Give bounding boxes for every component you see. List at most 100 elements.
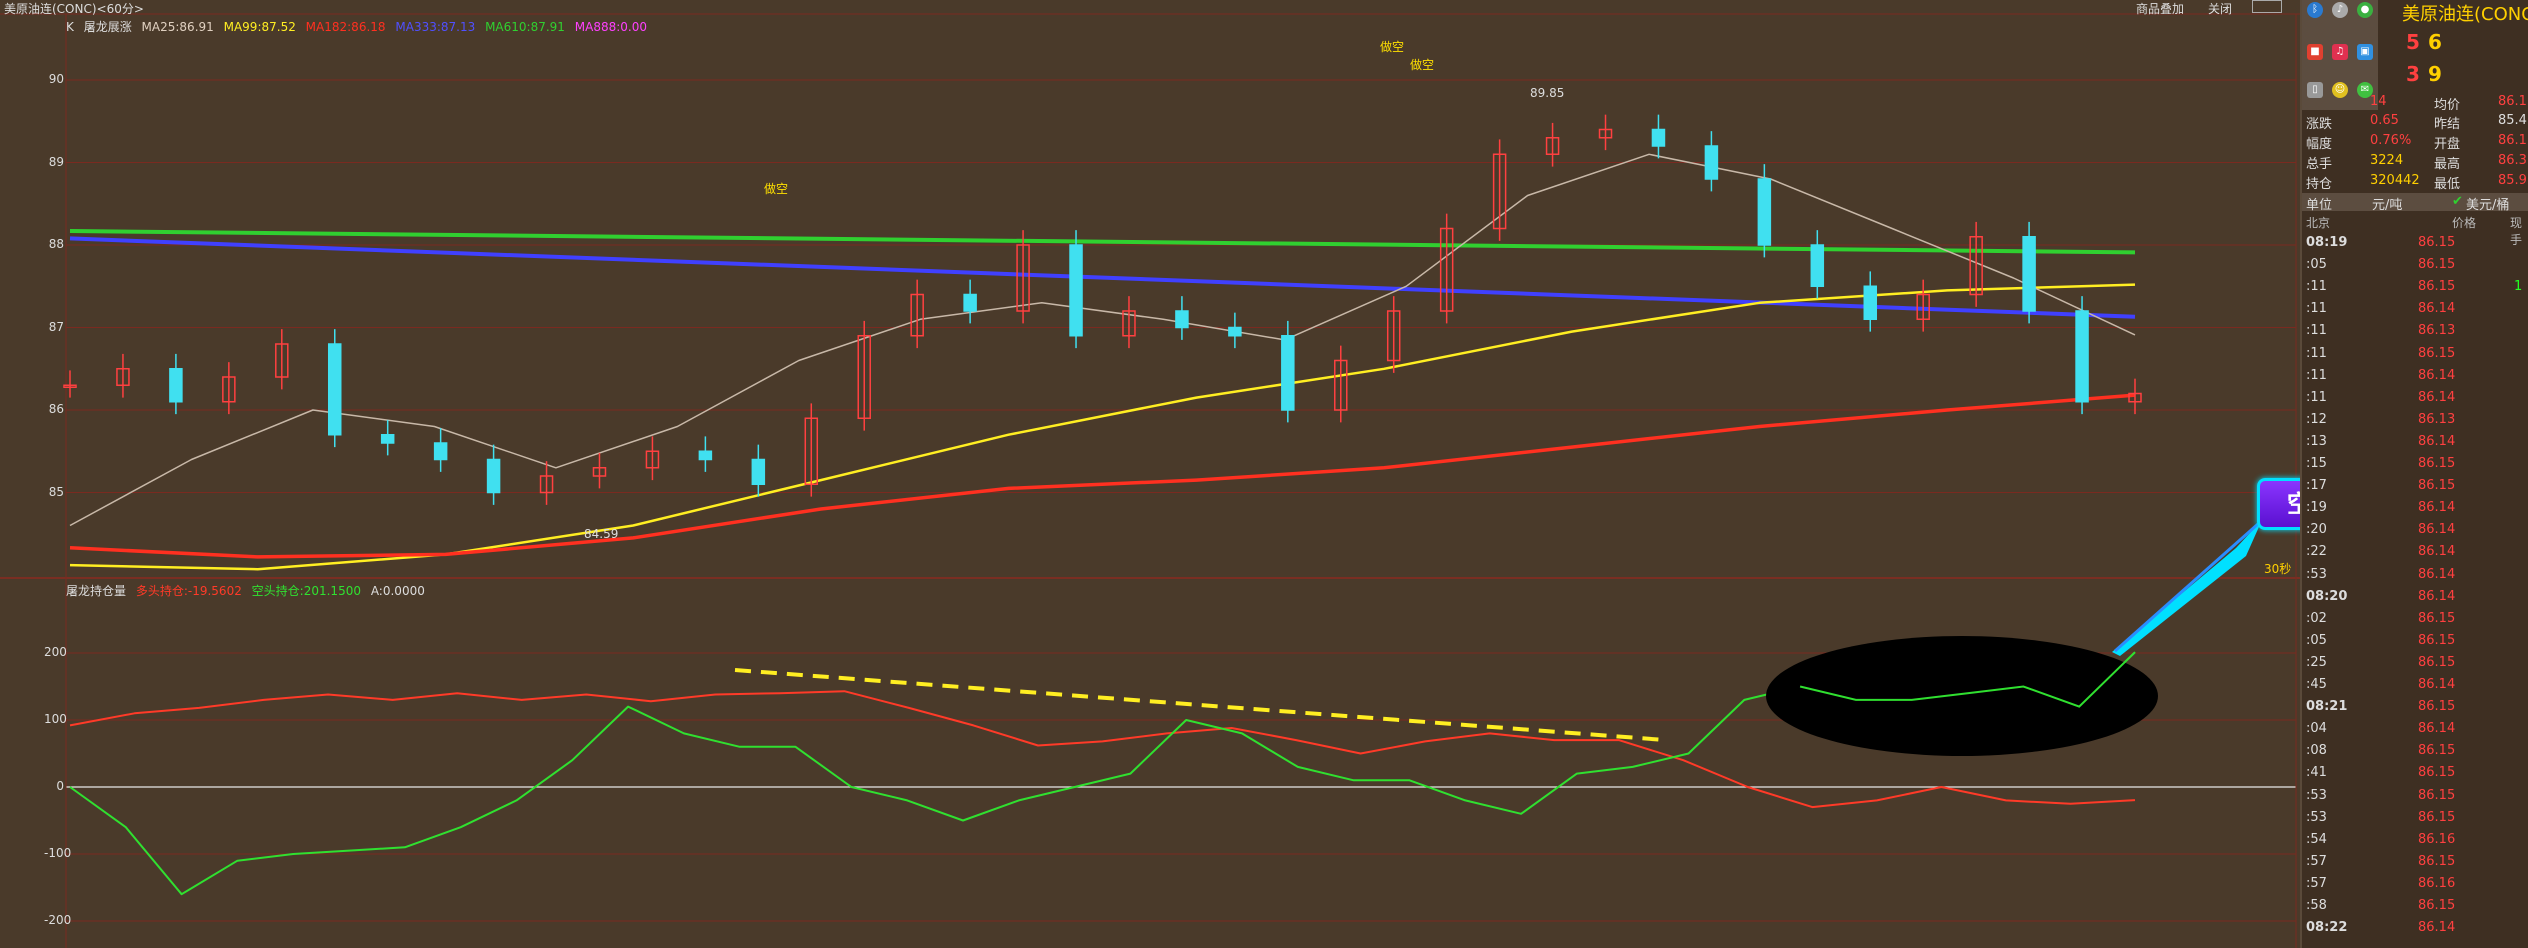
short-signal-1: 做空 [1380, 40, 1405, 54]
tick-price: 86.15 [2418, 809, 2456, 825]
highlight-ellipse [1766, 636, 2158, 756]
tick-row[interactable]: :53 86.15 [2302, 810, 2528, 832]
tick-price: 86.14 [2418, 500, 2456, 516]
tick-time: :22 [2306, 544, 2327, 560]
tick-row[interactable]: :04 86.14 [2302, 721, 2528, 743]
tick-time: :02 [2306, 610, 2327, 626]
tick-row[interactable]: :58 86.15 [2302, 898, 2528, 920]
tick-row[interactable]: :20 86.14 [2302, 522, 2528, 544]
tick-row[interactable]: :15 86.15 [2302, 456, 2528, 478]
candle [380, 434, 395, 444]
tick-price: 86.14 [2418, 433, 2456, 449]
tick-time: :15 [2306, 456, 2327, 471]
stats-row: 幅度 0.76% 开盘 86.1 [2306, 133, 2528, 153]
tick-row[interactable]: :53 86.15 [2302, 788, 2528, 810]
app-icon[interactable]: ● [2357, 2, 2373, 18]
stat-label: 持仓 [2306, 177, 2333, 192]
avg-value: 86.1 [2498, 94, 2527, 109]
tick-row[interactable]: :12 86.13 [2302, 412, 2528, 434]
sub-y-tick-label: 100 [44, 712, 67, 726]
tick-row[interactable]: :11 86.14 [2302, 368, 2528, 390]
legend-indicator: 屠龙展涨 [83, 20, 132, 34]
tick-price: 86.15 [2418, 898, 2456, 913]
check-icon[interactable]: ✔ [2452, 194, 2463, 209]
candle [1863, 285, 1878, 320]
y-tick-label: 88 [48, 237, 64, 251]
tick-price: 86.16 [2418, 831, 2456, 847]
tick-row[interactable]: :41 86.15 [2302, 765, 2528, 787]
bid-volume: 9 [2428, 62, 2442, 86]
tick-price: 86.14 [2418, 389, 2456, 405]
tick-row[interactable]: :11 86.15 [2302, 346, 2528, 368]
folder-icon[interactable]: ▣ [2357, 44, 2373, 60]
panel-title: 美原油连(CONC) [2402, 4, 2528, 25]
office-icon[interactable]: ■ [2307, 44, 2323, 60]
tick-row[interactable]: :13 86.14 [2302, 434, 2528, 456]
stat-value: 320442 [2370, 173, 2420, 188]
tick-time: :53 [2306, 787, 2327, 803]
tick-row[interactable]: :08 86.15 [2302, 743, 2528, 765]
tick-row[interactable]: :54 86.16 [2302, 832, 2528, 854]
tick-row[interactable]: :57 86.16 [2302, 876, 2528, 898]
tick-row[interactable]: :11 86.13 [2302, 323, 2528, 345]
legend-ma610: MA610:87.91 [485, 20, 565, 34]
tick-row[interactable]: 08:20 86.14 [2302, 589, 2528, 611]
tick-price: 86.14 [2418, 920, 2456, 936]
volume-icon[interactable]: ♪ [2332, 2, 2348, 18]
tick-price: 86.15 [2418, 787, 2456, 803]
music-app-icon[interactable]: ♫ [2332, 44, 2348, 60]
stat-value: 85.4 [2498, 113, 2527, 128]
main-legend: K 屠龙展涨 MA25:86.91 MA99:87.52 MA182:86.18… [66, 18, 653, 35]
tick-row[interactable]: :57 86.15 [2302, 854, 2528, 876]
tick-row[interactable]: 08:22 86.14 [2302, 920, 2528, 942]
tick-row[interactable]: :53 86.14 [2302, 567, 2528, 589]
tick-row[interactable]: :05 86.15 [2302, 257, 2528, 279]
tick-row[interactable]: 08:19 86.15 [2302, 235, 2528, 257]
tick-row[interactable]: 08:21 86.15 [2302, 699, 2528, 721]
tick-row[interactable]: :19 86.14 [2302, 500, 2528, 522]
tick-price: 86.13 [2418, 411, 2456, 427]
window-button[interactable] [2252, 0, 2282, 13]
chart-area[interactable]: 美原油连(CONC)<60分> 商品叠加 关闭 K 屠龙展涨 MA25:86.9… [0, 0, 2461, 948]
candle [433, 442, 448, 461]
candle [1810, 244, 1825, 287]
short-signal-2: 做空 [1410, 58, 1435, 72]
unit-label: 单位 [2306, 198, 2333, 213]
tick-price: 86.15 [2418, 632, 2456, 648]
tick-time: :45 [2306, 677, 2327, 692]
currency-label[interactable]: 美元/桶 [2466, 194, 2509, 213]
tick-price: 86.15 [2418, 654, 2456, 670]
legend-ma99: MA99:87.52 [223, 20, 296, 34]
tick-row[interactable]: :11 86.15 1 [2302, 279, 2528, 301]
avg-label: 均价 [2434, 98, 2461, 113]
tick-time: :11 [2306, 345, 2327, 361]
tick-row[interactable]: :05 86.15 [2302, 633, 2528, 655]
tick-row[interactable]: :17 86.15 [2302, 478, 2528, 500]
tick-row[interactable]: :25 86.15 [2302, 655, 2528, 677]
tick-price: 86.16 [2418, 875, 2456, 891]
tick-time: :53 [2306, 566, 2327, 582]
sub-legend-long: 多头持仓:-19.5602 [135, 584, 242, 598]
tick-row[interactable]: :11 86.14 [2302, 390, 2528, 412]
tick-row[interactable]: :22 86.14 [2302, 544, 2528, 566]
candle [1757, 178, 1772, 246]
tick-price: 86.14 [2418, 588, 2456, 604]
close-button[interactable]: 关闭 [2208, 0, 2232, 17]
tick-row[interactable]: :11 86.14 [2302, 301, 2528, 323]
stats-row: 持仓 320442 最低 85.9 [2306, 173, 2528, 193]
tick-time: :19 [2306, 500, 2327, 516]
candle [1175, 310, 1189, 329]
chart-canvas[interactable] [0, 0, 2300, 948]
tick-time: 08:22 [2306, 920, 2348, 936]
tick-row[interactable]: :02 86.15 [2302, 611, 2528, 633]
tick-row[interactable]: :45 86.14 [2302, 677, 2528, 699]
tick-time: :04 [2306, 721, 2327, 737]
tick-price: 86.14 [2418, 677, 2456, 692]
bluetooth-icon[interactable]: ᛒ [2307, 2, 2323, 18]
unit-value: 元/吨 [2372, 198, 2403, 213]
stat-value: 3224 [2370, 153, 2404, 168]
tick-time: :11 [2306, 367, 2327, 383]
candle [698, 450, 713, 461]
overlay-button[interactable]: 商品叠加 [2136, 0, 2184, 17]
stat-value: 0.65 [2370, 113, 2399, 128]
